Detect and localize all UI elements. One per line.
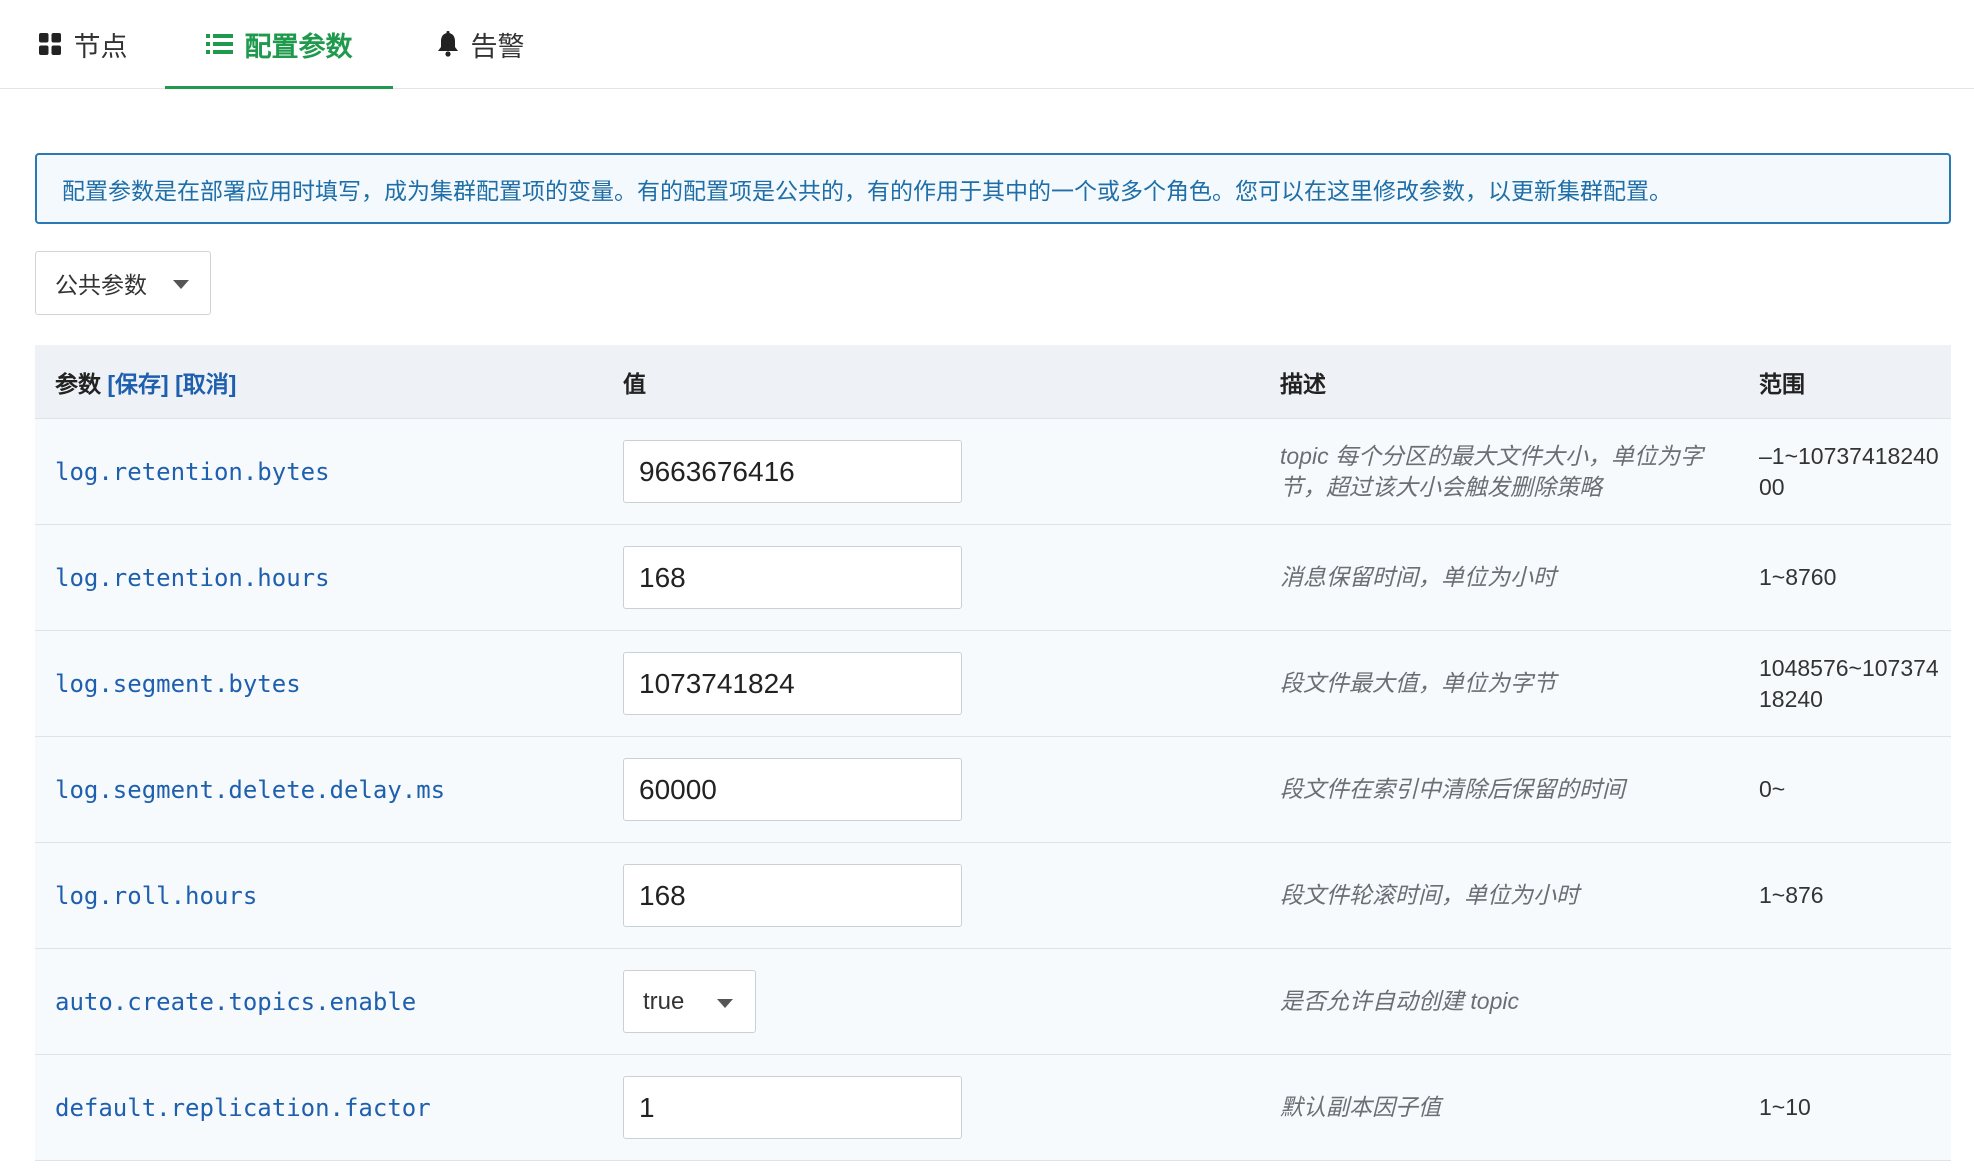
param-description: 段文件轮滚时间，单位为小时 (1280, 882, 1579, 908)
param-header-label: 参数 (55, 370, 101, 397)
save-link[interactable]: [保存] (107, 365, 168, 399)
param-value-input[interactable] (623, 440, 962, 503)
desc-header: 描述 (1280, 370, 1326, 397)
param-description: 消息保留时间，单位为小时 (1280, 564, 1556, 590)
tab-label: 配置参数 (244, 31, 353, 62)
bell-icon (437, 31, 459, 57)
table-row: log.retention.hours 消息保留时间，单位为小时 1~8760 (35, 525, 1951, 631)
param-value-input[interactable] (623, 758, 962, 821)
tab-bar: 节点 配置参数 告警 (0, 0, 1974, 89)
list-icon (205, 32, 233, 56)
param-range: 1~10 (1759, 1094, 1811, 1120)
table-row: log.retention.bytes topic 每个分区的最大文件大小，单位… (35, 419, 1951, 525)
param-value-input[interactable] (623, 864, 962, 927)
param-range: 1~876 (1759, 882, 1824, 908)
tab-label: 节点 (73, 31, 128, 62)
param-range: 1048576~10737418240 (1759, 654, 1939, 712)
range-header: 范围 (1759, 370, 1805, 397)
param-scope-value: 公共参数 (55, 272, 147, 298)
param-description: 是否允许自动创建 topic (1280, 988, 1519, 1014)
info-alert-text: 配置参数是在部署应用时填写，成为集群配置项的变量。有的配置项是公共的，有的作用于… (62, 177, 1672, 204)
table-row: log.roll.hours 段文件轮滚时间，单位为小时 1~876 (35, 843, 1951, 949)
param-description: 段文件在索引中清除后保留的时间 (1280, 776, 1625, 802)
tab-config-params[interactable]: 配置参数 (165, 0, 393, 89)
param-value-input[interactable] (623, 546, 962, 609)
param-description: topic 每个分区的最大文件大小，单位为字节，超过该大小会触发删除策略 (1280, 442, 1703, 500)
config-params-table: 参数 [保存] [取消] 值 描述 范围 log.retention.bytes… (35, 345, 1951, 1161)
param-range: 1~8760 (1759, 564, 1837, 590)
table-row: default.replication.factor 默认副本因子值 1~10 (35, 1055, 1951, 1161)
param-value-input[interactable] (623, 652, 962, 715)
info-alert: 配置参数是在部署应用时填写，成为集群配置项的变量。有的配置项是公共的，有的作用于… (35, 153, 1951, 224)
grid-icon (38, 32, 62, 56)
table-row: log.segment.bytes 段文件最大值，单位为字节 1048576~1… (35, 631, 1951, 737)
param-name: auto.create.topics.enable (55, 987, 417, 1016)
param-name: log.segment.delete.delay.ms (55, 775, 446, 804)
param-header: 参数 [保存] [取消] (55, 345, 236, 418)
value-header: 值 (623, 370, 646, 397)
param-name: log.retention.bytes (55, 457, 330, 486)
param-name: log.segment.bytes (55, 669, 301, 698)
param-description: 段文件最大值，单位为字节 (1280, 670, 1556, 696)
param-value-select[interactable]: true (623, 970, 756, 1033)
tab-label: 告警 (470, 31, 525, 62)
param-name: log.retention.hours (55, 563, 330, 592)
param-description: 默认副本因子值 (1280, 1094, 1441, 1120)
param-select-value: true (643, 987, 685, 1015)
chevron-down-icon (717, 999, 733, 1008)
param-name: log.roll.hours (55, 881, 258, 910)
param-value-input[interactable] (623, 1076, 962, 1139)
tab-nodes[interactable]: 节点 (0, 0, 165, 88)
param-name: default.replication.factor (55, 1093, 431, 1122)
tab-alerts[interactable]: 告警 (393, 0, 568, 88)
table-header: 参数 [保存] [取消] 值 描述 范围 (35, 345, 1951, 419)
param-range: –1~1073741824000 (1759, 442, 1939, 500)
table-row: auto.create.topics.enable true 是否允许自动创建 … (35, 949, 1951, 1055)
param-scope-select[interactable]: 公共参数 (35, 251, 211, 315)
cancel-link[interactable]: [取消] (175, 365, 236, 399)
param-range: 0~ (1759, 776, 1786, 802)
chevron-down-icon (173, 280, 189, 289)
table-row: log.segment.delete.delay.ms 段文件在索引中清除后保留… (35, 737, 1951, 843)
